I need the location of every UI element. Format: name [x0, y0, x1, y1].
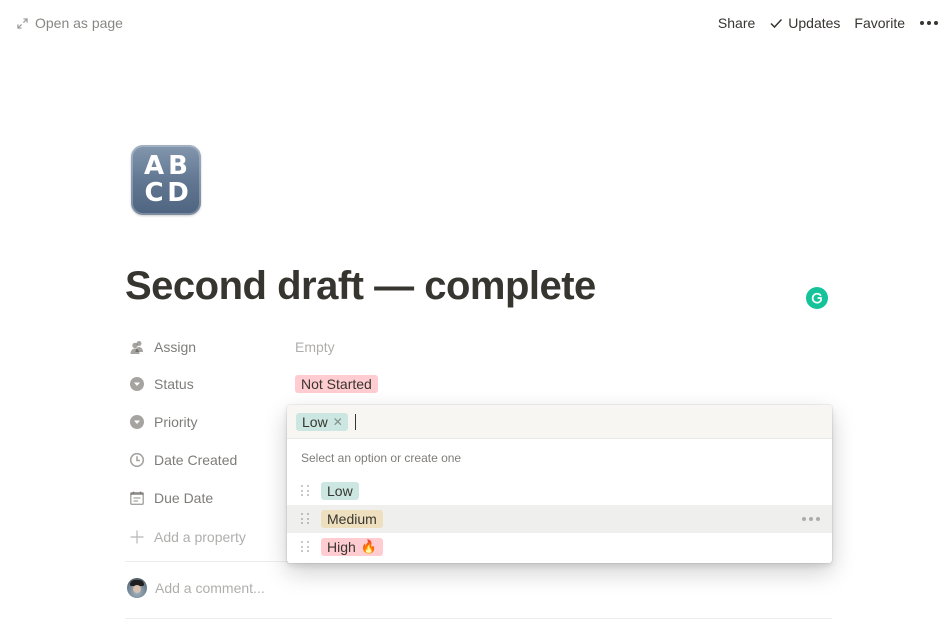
option-medium[interactable]: Medium	[287, 505, 832, 533]
open-as-page-button[interactable]: Open as page	[17, 14, 123, 32]
property-name-assign[interactable]: Assign	[125, 339, 285, 355]
property-label: Due Date	[154, 490, 214, 506]
selected-tag: Low ✕	[296, 412, 348, 431]
expand-icon	[17, 17, 28, 29]
icon-letter: A	[143, 150, 165, 181]
option-tag-label: High	[327, 539, 356, 555]
property-label: Priority	[154, 414, 198, 430]
property-name-due-date[interactable]: Due Date	[125, 490, 285, 506]
assign-value[interactable]: Empty	[295, 339, 335, 355]
select-icon	[130, 415, 144, 429]
more-dots-icon	[920, 21, 924, 25]
fire-icon: 🔥	[360, 539, 377, 554]
comment-input[interactable]: Add a comment...	[155, 580, 265, 596]
icon-letter: C	[144, 177, 164, 208]
drag-handle-icon[interactable]	[301, 485, 311, 497]
top-actions: Share Updates Favorite	[711, 12, 944, 34]
select-icon	[130, 377, 144, 391]
property-label: Assign	[154, 339, 197, 355]
plus-icon	[130, 530, 144, 544]
property-name-status[interactable]: Status	[125, 376, 285, 392]
calendar-icon	[130, 491, 144, 505]
page-icon-abcd[interactable]: A B C D	[131, 145, 201, 215]
popup-hint: Select an option or create one	[301, 451, 462, 465]
favorite-label: Favorite	[854, 15, 905, 31]
priority-select-popup: Low ✕ Select an option or create one Low…	[287, 405, 832, 563]
open-as-page-label: Open as page	[35, 15, 123, 31]
selected-tag-label: Low	[302, 413, 328, 430]
option-low[interactable]: Low	[287, 477, 832, 505]
option-search-input[interactable]: Low ✕	[287, 405, 832, 439]
option-tag: Medium	[321, 510, 383, 528]
person-icon	[130, 341, 143, 354]
updates-label: Updates	[788, 15, 841, 31]
remove-tag-icon[interactable]: ✕	[333, 413, 343, 431]
share-label: Share	[717, 15, 756, 31]
add-property-label: Add a property	[154, 529, 246, 545]
status-value[interactable]: Not Started	[295, 375, 378, 393]
icon-letter: D	[167, 177, 189, 208]
option-more-icon[interactable]	[802, 517, 820, 521]
option-tag: Low	[321, 482, 359, 500]
property-name-date-created[interactable]: Date Created	[125, 452, 285, 468]
grammarly-icon[interactable]	[806, 287, 828, 309]
checkmark-icon	[770, 18, 783, 29]
property-row-status: Status Not Started	[125, 370, 832, 398]
option-tag: High 🔥	[321, 538, 383, 556]
divider	[125, 618, 832, 619]
option-high[interactable]: High 🔥	[287, 533, 832, 561]
icon-letter: B	[168, 150, 188, 181]
more-options-button[interactable]	[912, 12, 944, 34]
property-row-assign: Assign Empty	[125, 333, 832, 361]
drag-handle-icon[interactable]	[301, 541, 311, 553]
property-label: Status	[154, 376, 194, 392]
status-tag: Not Started	[295, 375, 378, 393]
clock-icon	[129, 452, 145, 468]
favorite-button[interactable]: Favorite	[847, 12, 912, 34]
avatar	[127, 578, 147, 598]
property-name-priority[interactable]: Priority	[125, 414, 285, 430]
updates-button[interactable]: Updates	[762, 12, 847, 34]
comment-row: Add a comment...	[127, 578, 265, 598]
page-title[interactable]: Second draft — complete	[125, 262, 596, 310]
topbar: Open as page Share Updates Favorite	[0, 0, 944, 45]
add-property-button[interactable]: Add a property	[125, 529, 285, 545]
drag-handle-icon[interactable]	[301, 513, 311, 525]
text-cursor	[354, 413, 356, 430]
property-label: Date Created	[154, 452, 238, 468]
share-button[interactable]: Share	[711, 12, 762, 34]
